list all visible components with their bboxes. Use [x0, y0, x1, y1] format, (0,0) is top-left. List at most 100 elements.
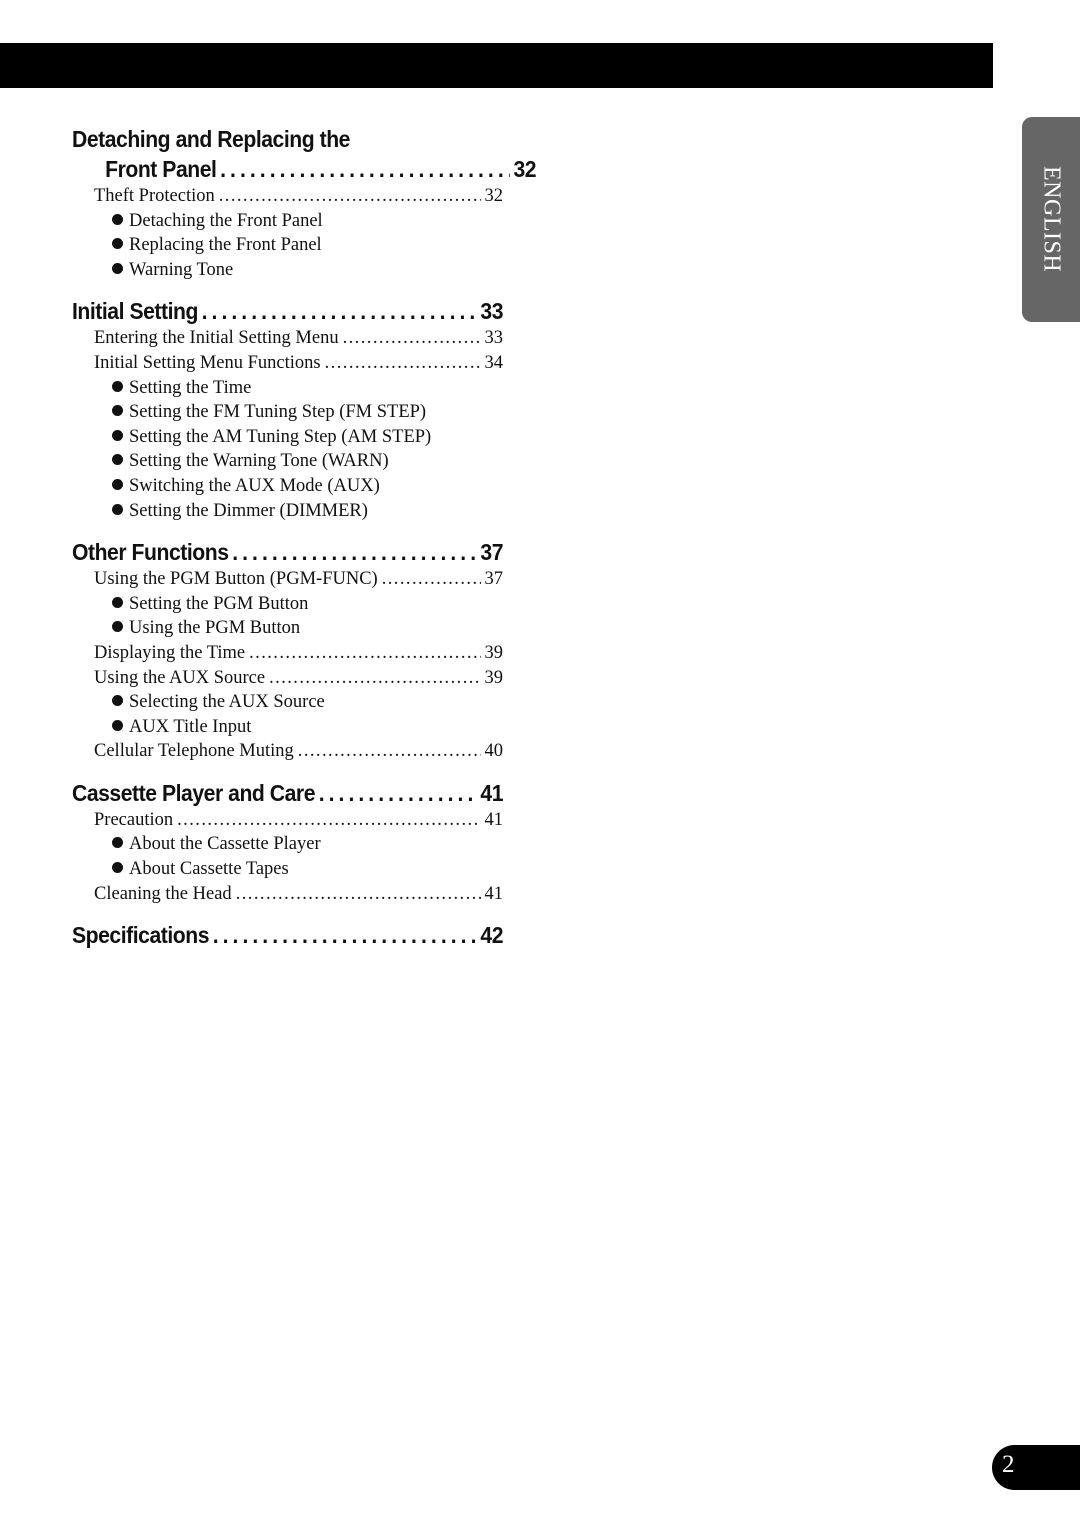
section-title-link[interactable]: Front Panel 32 [72, 154, 536, 184]
toc-entry[interactable]: Using the PGM Button (PGM-FUNC) 37 [72, 567, 503, 592]
bullet-icon [112, 429, 123, 441]
section-title-link[interactable]: Initial Setting 33 [72, 296, 503, 326]
toc-bullet-item: Setting the Dimmer (DIMMER) [72, 499, 503, 524]
toc-entry[interactable]: Theft Protection 32 [72, 184, 503, 209]
toc-bullet-item: About the Cassette Player [72, 832, 503, 857]
bullet-label: Using the PGM Button [129, 618, 301, 639]
bullet-icon [112, 262, 123, 274]
toc-bullet-item: Setting the AM Tuning Step (AM STEP) [72, 425, 503, 450]
bullet-label: Warning Tone [129, 259, 234, 280]
header-bar [0, 43, 993, 88]
section-page: 42 [480, 922, 504, 949]
language-tab-label: ENGLISH [1038, 166, 1065, 273]
entry-label: Initial Setting Menu Functions [94, 352, 321, 373]
toc-entry[interactable]: Cellular Telephone Muting 40 [72, 739, 503, 764]
entry-label: Using the PGM Button (PGM-FUNC) [94, 569, 378, 590]
leader-dots [213, 920, 477, 950]
leader-dots [249, 641, 480, 666]
entry-label: Entering the Initial Setting Menu [94, 328, 339, 349]
bullet-icon [112, 621, 123, 633]
section-page: 32 [513, 156, 537, 182]
leader-dots [219, 184, 481, 209]
bullet-label: Setting the PGM Button [129, 593, 309, 614]
bullet-icon [112, 238, 123, 250]
entry-label: Using the AUX Source [94, 667, 266, 688]
toc-bullet-item: Switching the AUX Mode (AUX) [72, 474, 503, 499]
bullet-icon [112, 837, 123, 849]
toc-section: Specifications 42 [72, 920, 503, 950]
page-number: 2 [1002, 1451, 1015, 1478]
bullet-label: Switching the AUX Mode (AUX) [129, 475, 380, 496]
toc-bullet-item: Using the PGM Button [72, 616, 503, 641]
bullet-label: Setting the FM Tuning Step (FM STEP) [129, 402, 427, 423]
toc-section: Other Functions 37 Using the PGM Button … [72, 537, 503, 764]
leader-dots [220, 154, 510, 184]
section-title-link[interactable]: Cassette Player and Care 41 [72, 778, 503, 808]
leader-dots [177, 808, 480, 833]
toc-bullet-item: About Cassette Tapes [72, 857, 503, 882]
leader-dots [343, 326, 481, 351]
entry-page: 39 [484, 642, 504, 663]
bullet-icon [112, 695, 123, 707]
entry-label: Cleaning the Head [94, 883, 232, 904]
bullet-icon [112, 478, 123, 490]
toc-entry[interactable]: Precaution 41 [72, 808, 503, 833]
entry-page: 41 [484, 883, 504, 904]
language-tab: ENGLISH [1022, 117, 1080, 322]
entry-label: Precaution [94, 809, 174, 830]
toc-bullet-item: Setting the Time [72, 376, 503, 401]
toc-bullet-item: Setting the Warning Tone (WARN) [72, 449, 503, 474]
bullet-icon [112, 596, 123, 608]
bullet-label: Selecting the AUX Source [129, 692, 325, 713]
bullet-icon [112, 405, 123, 417]
entry-page: 33 [484, 328, 504, 349]
bullet-label: AUX Title Input [129, 716, 252, 737]
section-page: 33 [480, 298, 504, 325]
toc-entry[interactable]: Initial Setting Menu Functions 34 [72, 351, 503, 376]
toc-entry[interactable]: Displaying the Time 39 [72, 641, 503, 666]
leader-dots [298, 739, 481, 764]
section-title-link[interactable]: Other Functions 37 [72, 537, 503, 567]
bullet-label: Setting the Dimmer (DIMMER) [129, 500, 368, 521]
toc-section: Detaching and Replacing the Front Panel … [72, 124, 537, 283]
toc-entry[interactable]: Entering the Initial Setting Menu 33 [72, 326, 503, 351]
bullet-icon [112, 719, 123, 731]
page-number-badge: 2 [992, 1445, 1080, 1490]
section-title-line2: Front Panel [105, 156, 217, 182]
entry-page: 41 [484, 809, 504, 830]
leader-dots [232, 537, 477, 567]
bullet-icon [112, 454, 123, 466]
entry-label: Displaying the Time [94, 642, 246, 663]
bullet-label: Setting the Time [129, 377, 252, 398]
entry-page: 37 [484, 569, 504, 590]
table-of-contents: Detaching and Replacing the Front Panel … [72, 124, 537, 964]
leader-dots [319, 778, 477, 808]
section-title-link[interactable]: Specifications 42 [72, 920, 503, 950]
toc-entry[interactable]: Using the AUX Source 39 [72, 666, 503, 691]
entry-page: 40 [484, 741, 504, 762]
leader-dots [202, 296, 477, 326]
entry-label: Cellular Telephone Muting [94, 741, 294, 762]
entry-page: 34 [484, 352, 504, 373]
section-page: 37 [480, 539, 504, 566]
section-title: Cassette Player and Care [72, 779, 316, 806]
leader-dots [325, 351, 481, 376]
entry-page: 39 [484, 667, 504, 688]
toc-bullet-item: Setting the FM Tuning Step (FM STEP) [72, 400, 503, 425]
bullet-label: Detaching the Front Panel [129, 210, 323, 231]
section-title: Specifications [72, 922, 210, 949]
entry-page: 32 [484, 186, 504, 206]
bullet-label: About Cassette Tapes [129, 859, 289, 880]
leader-dots [236, 882, 481, 907]
bullet-label: Setting the AM Tuning Step (AM STEP) [129, 426, 432, 447]
toc-entry[interactable]: Cleaning the Head 41 [72, 882, 503, 907]
toc-bullet-item: AUX Title Input [72, 715, 503, 740]
leader-dots [269, 666, 480, 691]
section-title: Initial Setting [72, 298, 198, 325]
bullet-icon [112, 503, 123, 515]
toc-bullet-item: Replacing the Front Panel [72, 233, 503, 258]
section-title: Other Functions [72, 539, 229, 566]
toc-bullet-item: Warning Tone [72, 258, 503, 283]
toc-bullet-item: Detaching the Front Panel [72, 209, 503, 234]
entry-label: Theft Protection [94, 186, 215, 206]
